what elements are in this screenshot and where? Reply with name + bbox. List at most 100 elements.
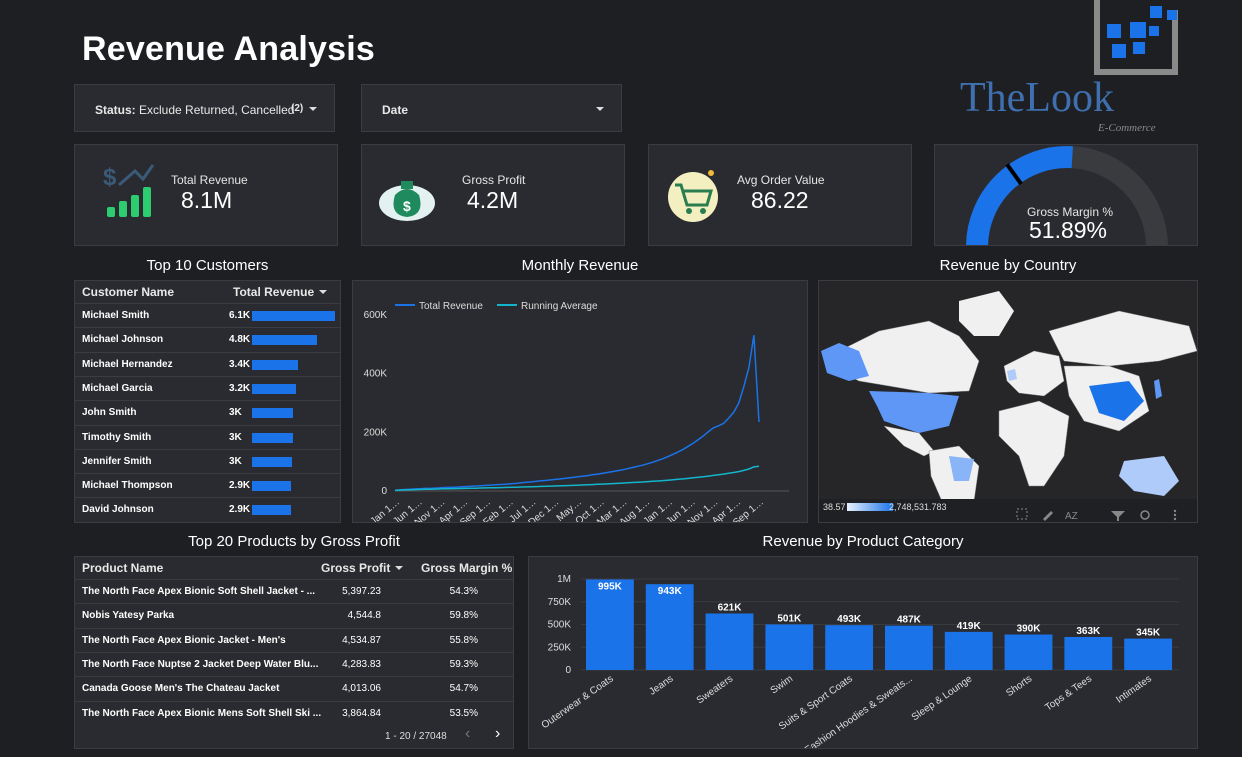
data-label: 621K [718,602,743,613]
table-row[interactable]: Michael Thompson 2.9K [75,473,340,498]
kpi-gross-profit: $ Gross Profit 4.2M [361,144,625,246]
revenue-bar [252,505,291,516]
x-tick-label: Fashion Hoodies & Sweats... [803,673,914,748]
category-bar[interactable] [705,613,754,670]
map-scale-gradient [847,503,893,511]
x-tick-label: Jeans [647,673,675,697]
table-row[interactable]: Jennifer Smith 3K [75,448,340,474]
y-tick-label: 400K [364,369,388,380]
product-name: The North Face Apex Bionic Mens Soft She… [82,707,322,719]
category-bar[interactable] [885,625,933,670]
table-row[interactable]: The North Face Nuptse 2 Jacket Deep Wate… [75,651,513,677]
data-label: 390K [1017,624,1042,635]
y-tick-label: 600K [364,310,388,321]
page-title: Revenue Analysis [82,30,375,68]
revenue-bar [252,432,293,443]
product-name: The North Face Nuptse 2 Jacket Deep Wate… [82,658,319,670]
gross-profit-value: 4,534.87 [342,634,381,646]
col-gross-profit[interactable]: Gross Profit [321,561,390,575]
legend-label: Total Revenue [419,301,483,312]
prev-page-button[interactable]: ‹ [465,725,470,743]
customer-name: John Smith [82,407,137,419]
map-scale-min: 38.57 [823,502,846,512]
gross-margin-value: 59.8% [449,610,478,622]
status-filter[interactable]: Status: Exclude Returned, Cancelled (2) [74,84,335,132]
customer-name: Michael Smith [82,310,150,321]
brand-logo: TheLook E-Commerce [955,0,1242,140]
gross-profit-label: Gross Profit [462,173,526,187]
data-label: 943K [658,586,683,597]
revenue-bar [252,359,299,370]
table-row[interactable]: Michael Johnson 4.8K [75,327,340,352]
data-label: 419K [957,621,982,632]
table-row[interactable]: Nobis Yatesy Parka 4,544.8 59.8% [75,603,513,628]
region-russia [1048,310,1197,367]
chevron-down-icon [309,107,317,111]
edit-icon [1043,511,1053,521]
table-row[interactable]: The North Face Apex Bionic Mens Soft She… [75,700,513,726]
table-row[interactable]: Canada Goose Men's The Chateau Jacket 4,0… [75,676,513,701]
col-customer-name[interactable]: Customer Name [82,285,174,299]
category-bar[interactable] [1124,638,1173,670]
world-map [821,291,1197,522]
category-bar[interactable] [765,624,814,670]
revenue-label: 2.9K [229,504,251,516]
col-total-revenue[interactable]: Total Revenue [233,285,314,299]
gross-margin-value: 55.8% [449,634,478,646]
y-tick-label: 200K [364,427,388,438]
kpi-gross-margin: Gross Margin % 51.89% [934,144,1198,246]
table-row[interactable]: Michael Garcia 3.2K [75,375,340,401]
svg-text:$: $ [103,164,117,191]
gross-profit-value: 3,864.84 [342,707,381,719]
date-filter[interactable]: Date [361,84,622,132]
x-tick-label: Tops & Tees [1043,673,1094,713]
table-row[interactable]: John Smith 3K [75,400,340,425]
map-toolbar: AZ [1016,508,1177,522]
category-bar[interactable] [1004,634,1053,670]
region-japan [1154,379,1162,399]
x-tick-label: Intimates [1114,673,1154,705]
table-row[interactable]: Timothy Smith 3K [75,424,340,450]
region-greenland [959,291,1014,336]
category-bar[interactable] [586,579,634,670]
revenue-label: 6.1K [229,310,251,321]
category-bar[interactable] [1064,636,1113,670]
monthly-chart: Total Revenue Running Average 0 200K 400K 600… [352,280,808,529]
data-label: 501K [777,613,802,624]
customer-name: Jennifer Smith [82,455,152,467]
col-product-name[interactable]: Product Name [82,561,163,575]
revenue-bar [252,456,293,467]
x-tick-label: Outerwear & Coats [540,673,616,731]
select-area-icon [1016,508,1028,520]
customer-name: Michael Thompson [82,480,173,492]
table-row[interactable]: Michael Smith 6.1K [75,303,340,328]
category-bar[interactable] [944,631,993,670]
map-scale-max: 2,748,531.783 [889,502,947,512]
products-title: Top 20 Products by Gross Profit [188,533,400,550]
data-label: 487K [897,615,922,626]
monthly-revenue-chart: Total Revenue Running Average 0 200K 400K 600… [364,301,789,529]
more-icon [1173,509,1177,513]
series-line-total-revenue [394,335,760,492]
col-gross-margin[interactable]: Gross Margin % [421,561,512,575]
y-tick-label: 500K [548,620,572,631]
date-filter-label: Date [382,103,409,117]
sort-desc-icon[interactable] [395,566,403,570]
region-usa [869,391,959,433]
country-map: 38.57 2,748,531.783 AZ [818,280,1198,523]
total-revenue-value: 8.1M [181,187,233,213]
gross-margin-value: 59.3% [449,658,478,670]
gross-profit-value: 5,397.23 [342,586,381,597]
sort-desc-icon[interactable] [319,290,327,294]
category-bar[interactable] [825,625,874,670]
category-bar-chart: 0 250K 500K 750K 1M 995K Outerwear & Coats 943K… [540,574,1179,756]
table-row[interactable]: The North Face Apex Bionic Soft Shell Ja… [75,579,513,604]
revenue-label: 3.4K [229,358,251,370]
table-row[interactable]: Michael Hernandez 3.4K [75,351,340,377]
next-page-button[interactable]: › [495,725,500,743]
y-tick-label: 750K [548,597,572,608]
products-table: Product Name Gross Profit Gross Margin %… [74,556,514,749]
table-row[interactable]: The North Face Apex Bionic Jacket - Men'… [75,627,513,653]
table-row[interactable]: David Johnson 2.9K [75,497,340,522]
product-name: Nobis Yatesy Parka [82,610,175,622]
